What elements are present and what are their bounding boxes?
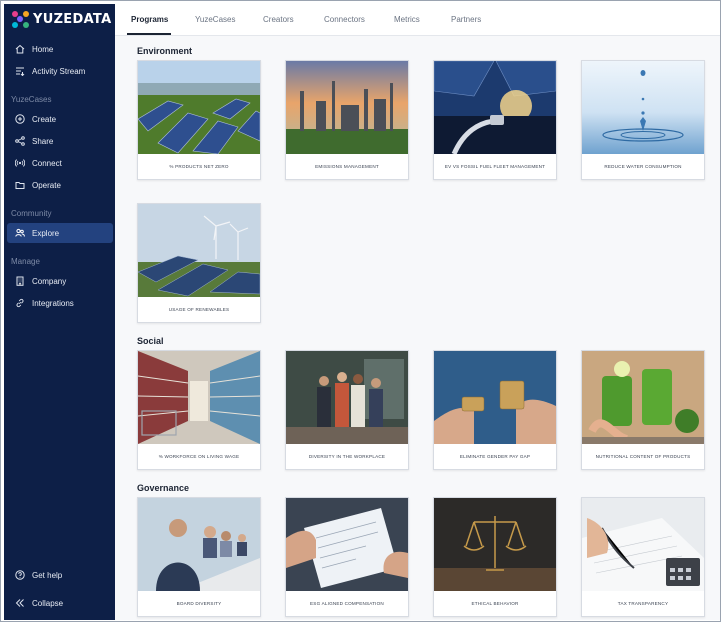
card-title: USAGE OF RENEWABLES [168,307,230,312]
program-card[interactable]: NUTRITIONAL CONTENT OF PRODUCTS [581,350,705,470]
link-icon [14,298,25,309]
card-image-solar-field [138,61,260,154]
sidebar-item-connect[interactable]: Connect [7,153,113,173]
tab-programs[interactable]: Programs [131,15,168,24]
main-content: Environment % PRODUCTS NET ZERO EMISSION… [115,36,720,620]
program-card[interactable]: % PRODUCTS NET ZERO [137,60,261,180]
sidebar-item-label: Share [32,136,54,146]
card-image-coins [434,351,556,444]
sidebar-item-get-help[interactable]: Get help [7,565,113,585]
program-card[interactable]: DIVERSITY IN THE WORKPLACE [285,350,409,470]
sidebar-item-label: Collapse [32,598,64,608]
card-image-supermarket [138,351,260,444]
activity-stream-icon [14,66,25,77]
sidebar-item-label: Create [32,114,57,124]
card-title: DIVERSITY IN THE WORKPLACE [308,454,386,459]
app-window: YUZEDATA Home Activity Stream YuzeCases … [0,0,721,622]
sidebar-item-label: Company [32,276,67,286]
sidebar-item-collapse[interactable]: Collapse [7,593,113,613]
card-image-green-smoothie [582,351,704,444]
section-label-manage: Manage [11,257,40,266]
program-card[interactable]: EMISSIONS MANAGEMENT [285,60,409,180]
card-image-refinery [286,61,408,154]
sidebar-item-label: Home [32,44,54,54]
tab-metrics[interactable]: Metrics [394,15,420,24]
sidebar-item-label: Operate [32,180,61,190]
program-card[interactable]: EV VS FOSSIL FUEL FLEET MANAGEMENT [433,60,557,180]
tab-partners[interactable]: Partners [451,15,481,24]
card-title: % PRODUCTS NET ZERO [169,164,229,169]
folder-icon [14,180,25,191]
card-image-team [286,351,408,444]
section-label-community: Community [11,209,52,218]
card-image-calculator [582,498,704,591]
program-card[interactable]: ELIMINATE GENDER PAY GAP [433,350,557,470]
card-image-scales-of-justice [434,498,556,591]
broadcast-icon [14,158,25,169]
card-title: EV VS FOSSIL FUEL FLEET MANAGEMENT [444,164,546,169]
section-label-yuzecases: YuzeCases [11,95,52,104]
sidebar-item-share[interactable]: Share [7,131,113,151]
sidebar-item-label: Get help [32,570,63,580]
card-image-ev-charger [434,61,556,154]
card-image-boardroom [138,498,260,591]
card-title: NUTRITIONAL CONTENT OF PRODUCTS [595,454,691,459]
home-icon [14,44,25,55]
card-image-water-drop [582,61,704,154]
sidebar-item-label: Explore [32,228,60,238]
card-title: % WORKFORCE ON LIVING WAGE [158,454,240,459]
section-title-governance: Governance [137,483,190,493]
program-card[interactable]: TAX TRANSPARENCY [581,497,705,617]
section-title-environment: Environment [137,46,193,56]
top-tab-bar: Programs YuzeCases Creators Connectors M… [115,4,720,36]
help-icon [14,570,25,581]
sidebar-item-create[interactable]: Create [7,109,113,129]
program-card[interactable]: ETHICAL BEHAVIOR [433,497,557,617]
card-image-paycheck [286,498,408,591]
card-title: BOARD DIVERSITY [176,601,222,606]
sidebar-item-label: Connect [32,158,62,168]
program-card[interactable]: % WORKFORCE ON LIVING WAGE [137,350,261,470]
sidebar: YUZEDATA Home Activity Stream YuzeCases … [4,4,115,620]
logo[interactable]: YUZEDATA [12,11,111,28]
sidebar-item-home[interactable]: Home [7,39,113,59]
building-icon [14,276,25,287]
section-title-social: Social [137,336,164,346]
people-icon [14,228,25,239]
card-title: ETHICAL BEHAVIOR [471,601,519,606]
logo-mark-icon [12,11,29,28]
program-card[interactable]: BOARD DIVERSITY [137,497,261,617]
sidebar-item-label: Integrations [32,298,74,308]
sidebar-item-explore[interactable]: Explore [7,223,113,243]
sidebar-item-operate[interactable]: Operate [7,175,113,195]
tab-creators[interactable]: Creators [263,15,294,24]
card-image-wind-solar [138,204,260,297]
card-title: EMISSIONS MANAGEMENT [315,164,379,169]
share-icon [14,136,25,147]
card-title: ESG ALIGNED COMPENSATION [310,601,384,606]
tab-yuzecases[interactable]: YuzeCases [195,15,235,24]
sidebar-item-label: Activity Stream [32,66,86,76]
brand-name: YUZEDATA [33,12,112,27]
program-card[interactable]: USAGE OF RENEWABLES [137,203,261,323]
tab-connectors[interactable]: Connectors [324,15,365,24]
card-title: ELIMINATE GENDER PAY GAP [459,454,531,459]
sidebar-item-activity-stream[interactable]: Activity Stream [7,61,113,81]
sidebar-item-company[interactable]: Company [7,271,113,291]
program-card[interactable]: REDUCE WATER CONSUMPTION [581,60,705,180]
card-title: REDUCE WATER CONSUMPTION [604,164,682,169]
collapse-icon [14,598,25,609]
sidebar-item-integrations[interactable]: Integrations [7,293,113,313]
plus-circle-icon [14,114,25,125]
active-tab-indicator [127,33,171,35]
program-card[interactable]: ESG ALIGNED COMPENSATION [285,497,409,617]
card-title: TAX TRANSPARENCY [617,601,669,606]
